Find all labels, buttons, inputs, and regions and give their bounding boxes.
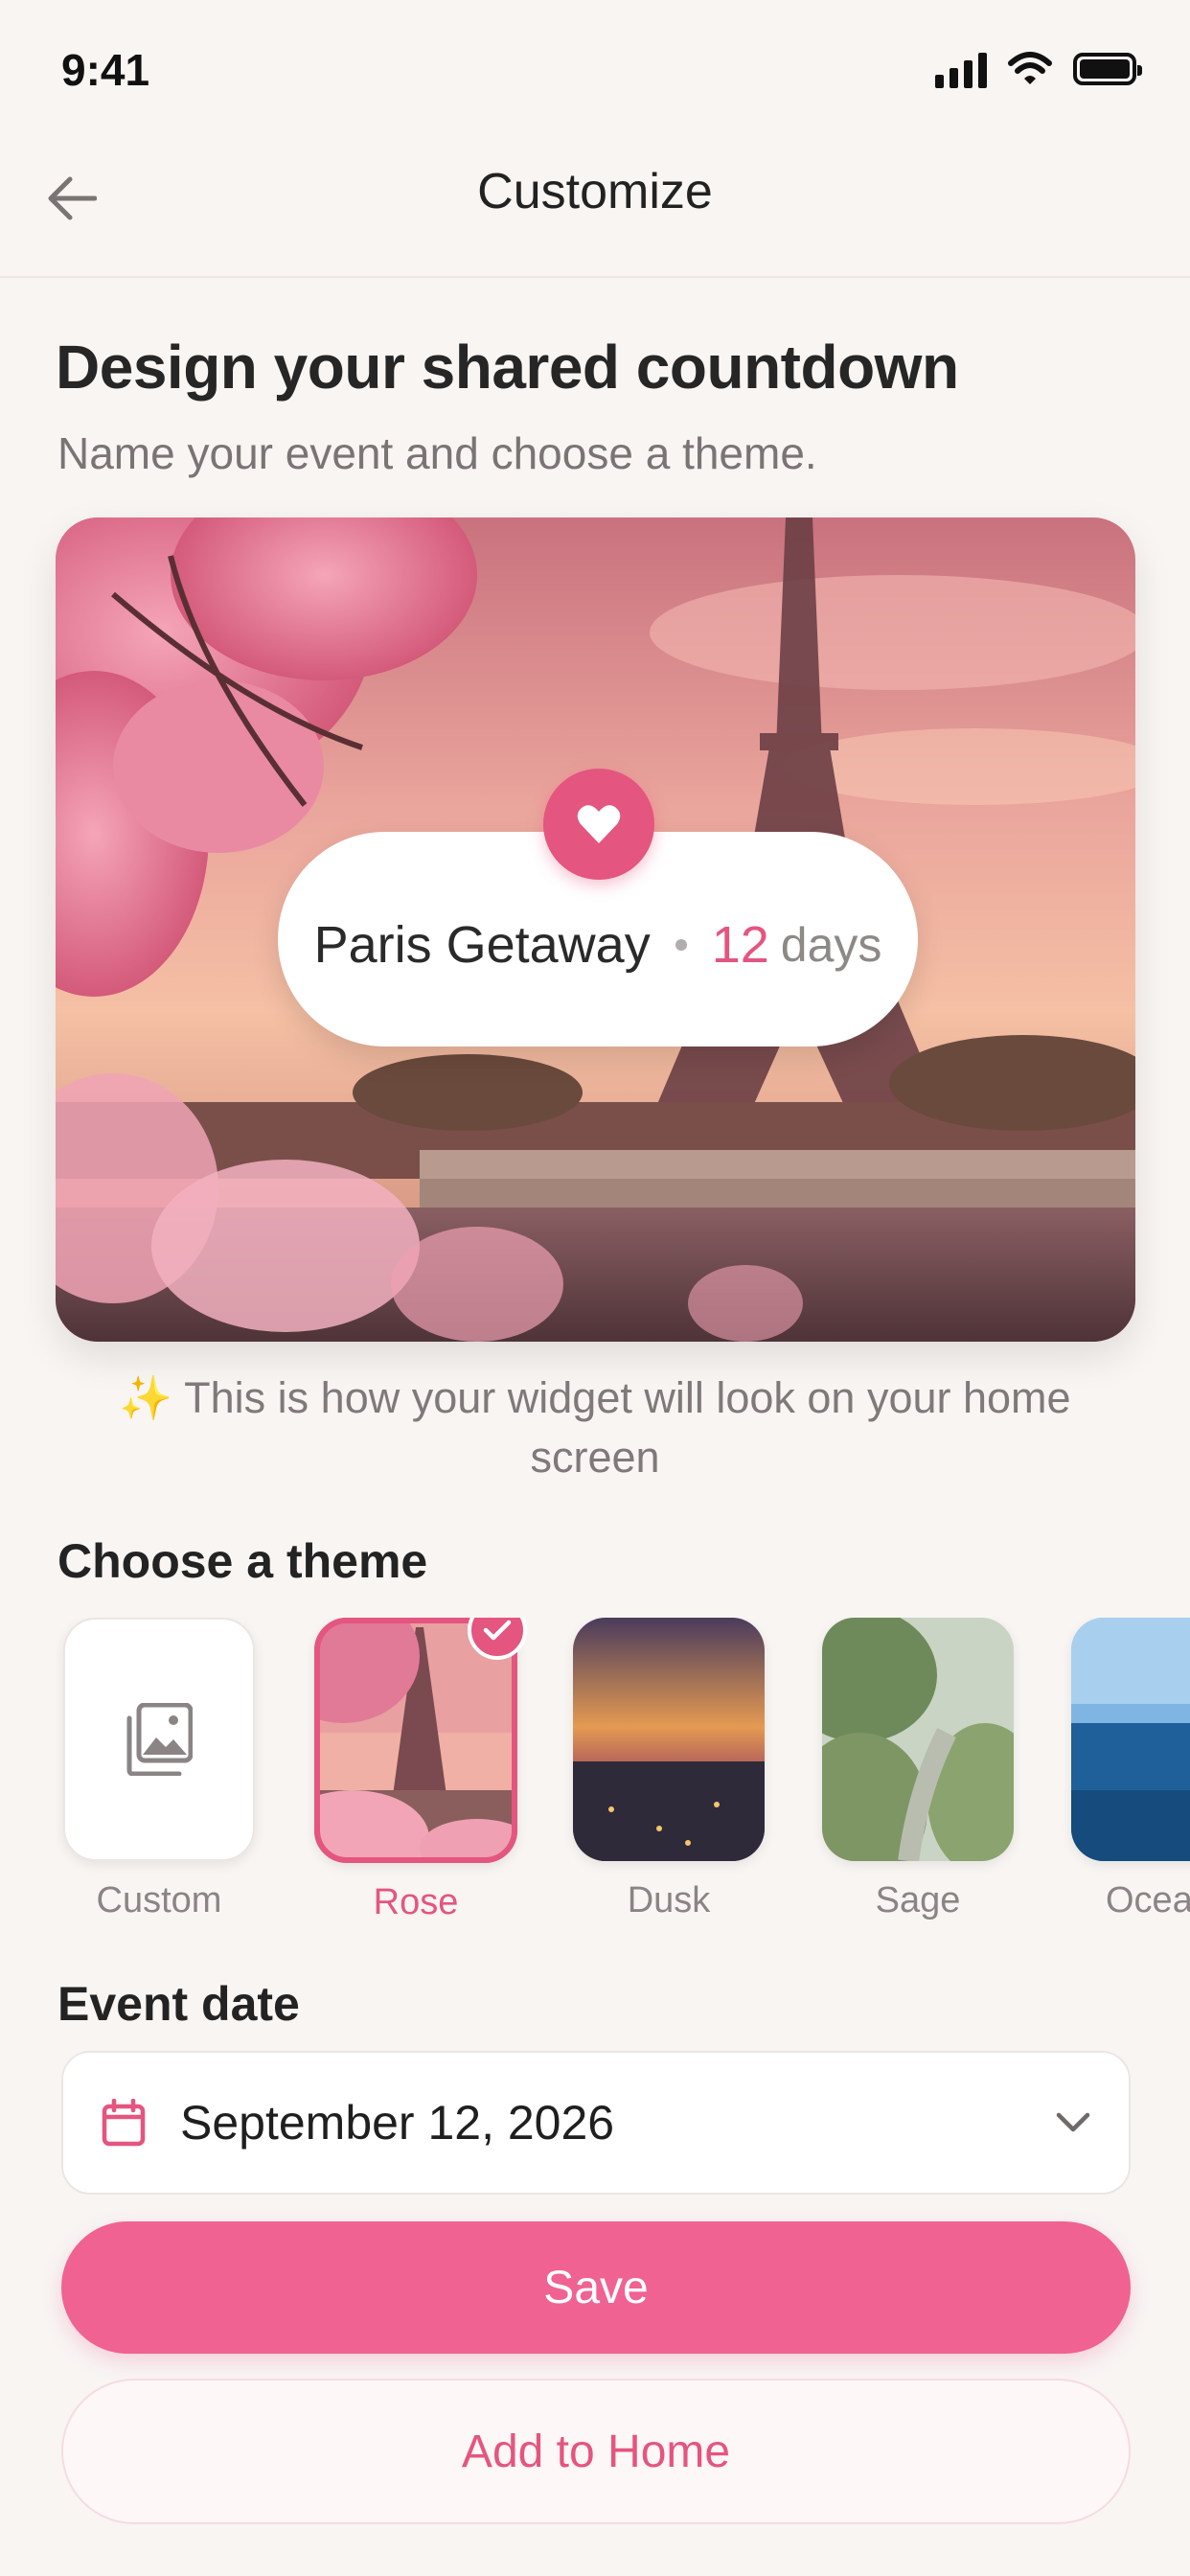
theme-ocean[interactable]: Ocea xyxy=(1071,1618,1190,1921)
save-button[interactable]: Save xyxy=(61,2221,1131,2354)
theme-label: Dusk xyxy=(627,1880,711,1920)
status-icons xyxy=(935,50,1142,88)
image-gallery-icon xyxy=(126,1703,193,1776)
cellular-signal-icon xyxy=(935,50,987,88)
days-unit: days xyxy=(780,918,882,972)
theme-thumb-sage xyxy=(822,1618,1014,1861)
heart-badge xyxy=(543,769,654,880)
event-date-field[interactable]: September 12, 2026 xyxy=(61,2051,1131,2195)
nav-bar: Customize xyxy=(0,144,1190,278)
theme-dusk[interactable]: Dusk xyxy=(573,1618,765,1921)
theme-section-title: Choose a theme xyxy=(57,1534,428,1588)
page-title: Design your shared countdown xyxy=(56,333,959,402)
theme-custom[interactable]: Custom xyxy=(63,1618,255,1921)
status-time: 9:41 xyxy=(61,45,150,95)
theme-thumb-ocean xyxy=(1071,1618,1190,1861)
widget-preview: Paris Getaway 12 days xyxy=(56,518,1135,1342)
event-date-value: September 12, 2026 xyxy=(180,2096,615,2150)
calendar-icon xyxy=(102,2099,146,2147)
dusk-theme-image xyxy=(573,1618,765,1861)
nav-title: Customize xyxy=(477,164,713,219)
theme-list: Custom Rose Dusk Sage Ocea xyxy=(0,1618,1190,1934)
checkmark-icon xyxy=(483,1620,512,1641)
theme-label: Sage xyxy=(875,1880,961,1920)
event-date-title: Event date xyxy=(57,1977,300,2031)
theme-label: Custom xyxy=(96,1880,222,1920)
separator-dot xyxy=(675,939,687,951)
theme-label: Ocea xyxy=(1106,1880,1190,1920)
theme-sage[interactable]: Sage xyxy=(822,1618,1014,1921)
status-bar: 9:41 xyxy=(0,0,1190,144)
wifi-icon xyxy=(1008,52,1052,84)
heart-icon xyxy=(577,805,621,843)
theme-thumb-custom xyxy=(63,1618,255,1861)
theme-thumb-dusk xyxy=(573,1618,765,1861)
theme-rose[interactable]: Rose xyxy=(314,1618,527,1923)
preview-hint: ✨ This is how your widget will look on y… xyxy=(115,1368,1075,1487)
hint-text: This is how your widget will look on you… xyxy=(184,1373,1071,1482)
chevron-down-icon xyxy=(1056,2112,1090,2132)
sage-theme-image xyxy=(822,1618,1014,1861)
event-name: Paris Getaway xyxy=(313,916,651,974)
ocean-theme-image xyxy=(1071,1618,1190,1861)
days-count: 12 xyxy=(711,916,769,974)
battery-icon xyxy=(1073,53,1142,85)
add-to-home-button[interactable]: Add to Home xyxy=(61,2379,1131,2524)
theme-label: Rose xyxy=(373,1882,459,1922)
page-subtitle: Name your event and choose a theme. xyxy=(57,428,817,478)
sparkle-icon: ✨ xyxy=(119,1373,173,1422)
